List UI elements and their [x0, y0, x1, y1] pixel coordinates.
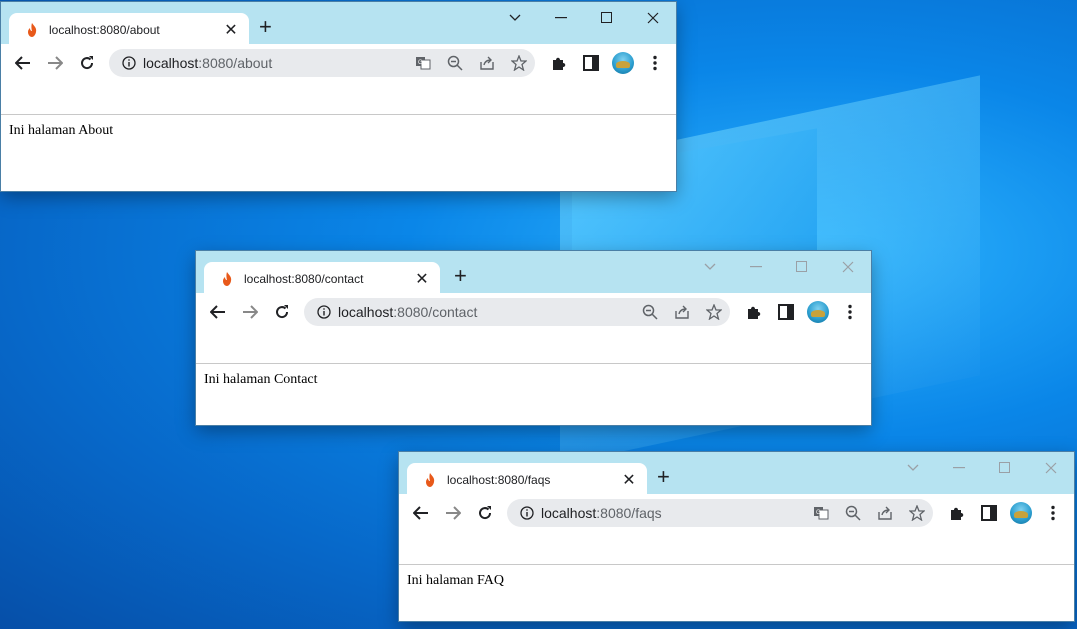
star-icon[interactable]	[503, 55, 535, 71]
toolbar-right	[543, 47, 671, 79]
browser-window-about: localhost:8080/about ✕ + localhost:8080/…	[1, 2, 676, 191]
share-icon[interactable]	[869, 505, 901, 521]
reload-icon[interactable]	[266, 296, 298, 328]
minimize-button[interactable]	[936, 452, 982, 484]
maximize-button[interactable]	[982, 452, 1028, 484]
back-arrow-icon[interactable]	[202, 296, 234, 328]
side-panel-icon[interactable]	[575, 47, 607, 79]
puzzle-icon[interactable]	[738, 296, 770, 328]
toolbar: localhost:8080/contact	[196, 293, 871, 331]
tab-title: localhost:8080/contact	[244, 271, 364, 286]
tab-search-chevron-icon[interactable]	[687, 251, 733, 283]
info-icon[interactable]	[513, 506, 541, 520]
tab-title: localhost:8080/faqs	[447, 472, 551, 487]
page-content: Ini halaman Contact	[204, 372, 318, 387]
forward-arrow-icon[interactable]	[437, 497, 469, 529]
back-arrow-icon[interactable]	[405, 497, 437, 529]
window-controls	[492, 2, 676, 34]
share-icon[interactable]	[471, 55, 503, 71]
titlebar: localhost:8080/about ✕ +	[1, 2, 676, 46]
flame-icon	[28, 22, 37, 37]
titlebar: localhost:8080/faqs ✕ +	[399, 452, 1074, 496]
maximize-button[interactable]	[779, 251, 825, 283]
close-window-button[interactable]	[825, 251, 871, 283]
minimize-button[interactable]	[733, 251, 779, 283]
url-text: localhost:8080/contact	[338, 304, 634, 320]
url-text: localhost:8080/about	[143, 55, 407, 71]
info-icon[interactable]	[310, 305, 338, 319]
address-bar[interactable]: localhost:8080/contact	[304, 298, 730, 326]
profile-avatar[interactable]	[607, 47, 639, 79]
kebab-menu-icon[interactable]	[834, 296, 866, 328]
puzzle-icon[interactable]	[543, 47, 575, 79]
titlebar: localhost:8080/contact ✕ +	[196, 251, 871, 295]
zoom-out-icon[interactable]	[634, 304, 666, 320]
url-path: :8080/faqs	[596, 505, 662, 521]
bookmarks-area	[1, 82, 676, 115]
new-tab-button[interactable]: +	[657, 466, 670, 488]
tab-close-icon[interactable]: ✕	[410, 269, 434, 289]
tab-title: localhost:8080/about	[49, 22, 160, 37]
kebab-menu-icon[interactable]	[1037, 497, 1069, 529]
tab-search-chevron-icon[interactable]	[492, 2, 538, 34]
browser-window-contact: localhost:8080/contact ✕ + localhost:808…	[196, 251, 871, 425]
address-bar[interactable]: localhost:8080/faqs G	[507, 499, 933, 527]
forward-arrow-icon[interactable]	[39, 47, 71, 79]
star-icon[interactable]	[901, 505, 933, 521]
tab-close-icon[interactable]: ✕	[617, 470, 641, 490]
url-host: localhost	[338, 304, 394, 320]
page-content: Ini halaman FAQ	[407, 573, 504, 588]
tab-active[interactable]: localhost:8080/faqs ✕	[407, 463, 647, 496]
reload-icon[interactable]	[71, 47, 103, 79]
toolbar-right	[738, 296, 866, 328]
zoom-out-icon[interactable]	[837, 505, 869, 521]
reload-icon[interactable]	[469, 497, 501, 529]
window-controls	[890, 452, 1074, 484]
tab-active[interactable]: localhost:8080/about ✕	[9, 13, 249, 46]
bookmarks-area	[399, 532, 1074, 565]
toolbar-right	[941, 497, 1069, 529]
flame-icon	[426, 472, 435, 487]
star-icon[interactable]	[698, 304, 730, 320]
tab-search-chevron-icon[interactable]	[890, 452, 936, 484]
tab-close-icon[interactable]: ✕	[219, 20, 243, 40]
svg-text:G: G	[418, 60, 423, 66]
share-icon[interactable]	[666, 304, 698, 320]
url-host: localhost	[541, 505, 597, 521]
info-icon[interactable]	[115, 56, 143, 70]
window-controls	[687, 251, 871, 283]
close-window-button[interactable]	[630, 2, 676, 34]
back-arrow-icon[interactable]	[7, 47, 39, 79]
side-panel-icon[interactable]	[770, 296, 802, 328]
address-bar[interactable]: localhost:8080/about G	[109, 49, 535, 77]
forward-arrow-icon[interactable]	[234, 296, 266, 328]
url-path: :8080/contact	[393, 304, 478, 320]
puzzle-icon[interactable]	[941, 497, 973, 529]
translate-icon[interactable]: G	[805, 505, 837, 521]
tab-active[interactable]: localhost:8080/contact ✕	[204, 262, 440, 295]
zoom-out-icon[interactable]	[439, 55, 471, 71]
url-host: localhost	[143, 55, 199, 71]
side-panel-icon[interactable]	[973, 497, 1005, 529]
toolbar: localhost:8080/faqs G	[399, 494, 1074, 532]
new-tab-button[interactable]: +	[259, 16, 272, 38]
flame-icon	[223, 271, 232, 286]
close-window-button[interactable]	[1028, 452, 1074, 484]
toolbar: localhost:8080/about G	[1, 44, 676, 82]
maximize-button[interactable]	[584, 2, 630, 34]
page-content: Ini halaman About	[9, 123, 114, 138]
minimize-button[interactable]	[538, 2, 584, 34]
url-path: :8080/about	[198, 55, 273, 71]
svg-text:G: G	[816, 510, 821, 516]
kebab-menu-icon[interactable]	[639, 47, 671, 79]
bookmarks-area	[196, 331, 871, 364]
url-text: localhost:8080/faqs	[541, 505, 805, 521]
new-tab-button[interactable]: +	[454, 265, 467, 287]
browser-window-faqs: localhost:8080/faqs ✕ + localhost:8080/f…	[399, 452, 1074, 621]
profile-avatar[interactable]	[802, 296, 834, 328]
profile-avatar[interactable]	[1005, 497, 1037, 529]
translate-icon[interactable]: G	[407, 55, 439, 71]
